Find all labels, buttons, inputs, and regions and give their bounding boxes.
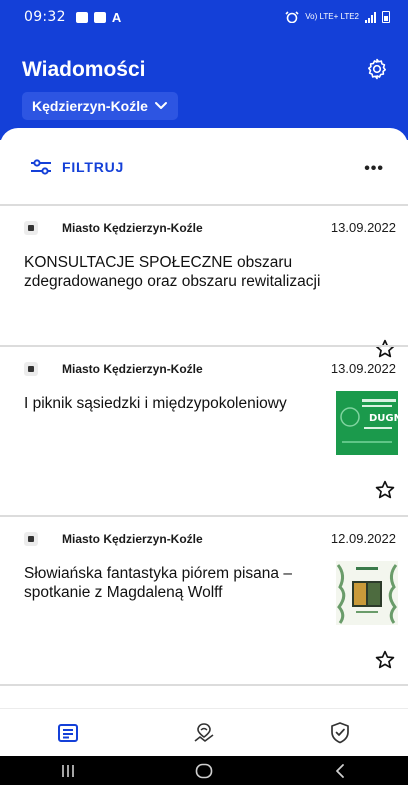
news-date: 13.09.2022 <box>330 220 396 235</box>
signal-icon <box>365 11 376 23</box>
news-item[interactable]: Miasto Kędzierzyn-Koźle 12.09.2022 Słowi… <box>0 517 408 683</box>
news-source: Miasto Kędzierzyn-Koźle <box>62 361 203 376</box>
status-indicators: Vo) LTE+ LTE2 <box>285 11 390 23</box>
picnic-poster-image: DUGNA <box>336 391 398 455</box>
news-item-header: Miasto Kędzierzyn-Koźle 12.09.2022 <box>24 531 396 546</box>
news-date: 12.09.2022 <box>330 531 396 546</box>
filter-row: FILTRUJ ••• <box>0 128 408 204</box>
star-outline-icon[interactable] <box>374 479 396 501</box>
source-logo <box>24 220 38 235</box>
font-notification-icon: A <box>111 9 122 25</box>
system-navigation-bar <box>0 756 408 785</box>
network-type: Vo) LTE+ LTE2 <box>305 12 359 21</box>
news-item-header: Miasto Kędzierzyn-Koźle 13.09.2022 <box>24 361 396 376</box>
app-header: Wiadomości Kędzierzyn-Koźle <box>0 34 408 140</box>
status-time: 09:32 <box>24 9 66 25</box>
source-logo <box>24 361 38 376</box>
star-outline-icon[interactable] <box>374 649 396 671</box>
filter-button[interactable]: FILTRUJ <box>30 159 124 175</box>
notification-icons: A <box>75 9 122 25</box>
divider <box>0 684 408 686</box>
nav-news[interactable] <box>0 709 136 757</box>
recent-apps-button[interactable] <box>38 756 98 785</box>
poster-text: DUGNA <box>369 413 398 424</box>
bottom-navigation <box>0 708 408 757</box>
settings-button[interactable] <box>364 56 390 82</box>
shield-check-icon <box>331 722 349 744</box>
newspaper-icon <box>58 724 78 742</box>
home-button[interactable] <box>174 756 234 785</box>
alarm-icon <box>285 11 299 23</box>
news-title: KONSULTACJE SPOŁECZNE obszaru zdegradowa… <box>24 254 321 290</box>
gear-icon <box>368 58 386 80</box>
recent-apps-icon <box>62 764 74 777</box>
filter-label: FILTRUJ <box>62 159 125 175</box>
back-icon <box>336 763 344 778</box>
back-button[interactable] <box>310 756 370 785</box>
more-options-button[interactable]: ••• <box>364 160 384 178</box>
page-title: Wiadomości <box>22 58 146 81</box>
gallery-notification-icon <box>75 11 88 23</box>
news-title: Słowiańska fantastyka piórem pisana – sp… <box>24 565 292 601</box>
nav-city[interactable] <box>136 709 272 757</box>
nav-safety[interactable] <box>272 709 408 757</box>
city-selector-label: Kędzierzyn-Koźle <box>32 98 148 114</box>
city-selector[interactable]: Kędzierzyn-Koźle <box>22 92 178 120</box>
home-icon <box>195 763 213 778</box>
battery-icon <box>382 11 390 23</box>
chevron-down-icon <box>154 102 167 109</box>
mail-notification-icon <box>93 11 106 23</box>
news-title: I piknik sąsiedzki i międzypokoleniowy <box>24 395 287 412</box>
news-item[interactable]: Miasto Kędzierzyn-Koźle 13.09.2022 I pik… <box>0 347 408 513</box>
status-bar: 09:32 A Vo) LTE+ LTE2 <box>0 0 408 34</box>
news-source: Miasto Kędzierzyn-Koźle <box>62 531 203 546</box>
news-thumbnail: DUGNA <box>336 391 398 455</box>
source-logo <box>24 531 38 546</box>
map-icon <box>194 723 214 742</box>
news-item-header: Miasto Kędzierzyn-Koźle 13.09.2022 <box>24 220 396 235</box>
filter-sliders-icon <box>31 159 51 175</box>
news-thumbnail <box>336 561 398 625</box>
news-list: FILTRUJ ••• Miasto Kędzierzyn-Koźle 13.0… <box>0 128 408 708</box>
news-source: Miasto Kędzierzyn-Koźle <box>62 220 203 235</box>
event-poster-image <box>336 561 398 625</box>
news-date: 13.09.2022 <box>330 361 396 376</box>
